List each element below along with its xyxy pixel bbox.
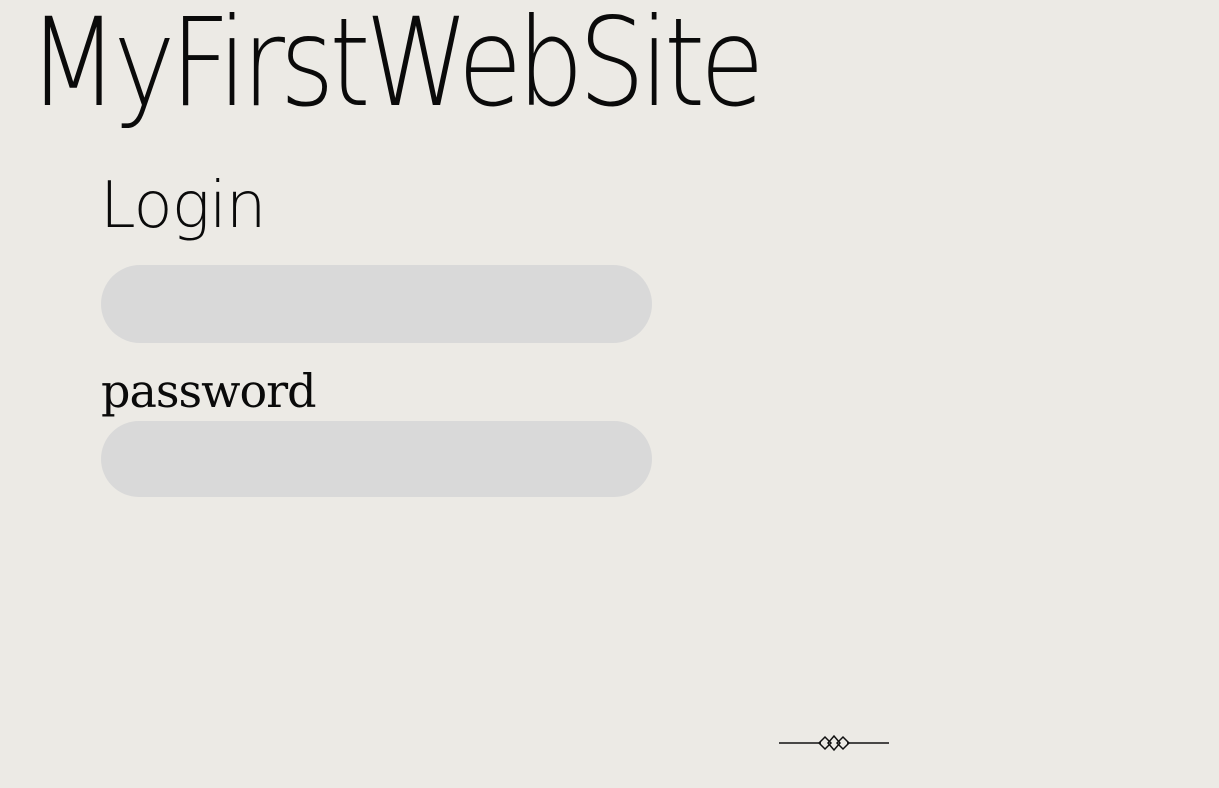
diamond-divider-icon [779,734,889,752]
login-heading: Login [100,169,266,243]
password-input[interactable] [101,421,652,497]
site-title: MyFirstWebSite [28,0,765,134]
username-input[interactable] [101,265,652,343]
password-label: password [101,364,317,418]
